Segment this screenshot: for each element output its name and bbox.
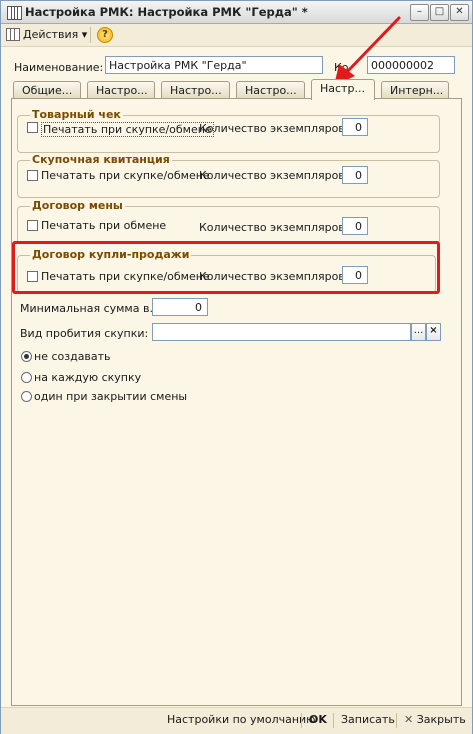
- radio-on-shift-close-label: один при закрытии смены: [34, 390, 188, 403]
- close-button[interactable]: ✕ Закрыть: [404, 713, 466, 726]
- defaults-button[interactable]: Настройки по умолчанию: [167, 713, 315, 726]
- footer-bar: Настройки по умолчанию OK Записать ✕ Зак…: [1, 707, 472, 734]
- radio-each-purchase-label: на каждую скупку: [34, 371, 142, 384]
- purchase-receipt-qty-input[interactable]: 0: [342, 166, 368, 184]
- exchange-contract-print-checkbox[interactable]: [27, 220, 38, 231]
- select-button[interactable]: ...: [411, 323, 426, 341]
- exchange-contract-qty-input[interactable]: 0: [342, 217, 368, 235]
- group-purchase-receipt-title: Скупочная квитанция: [30, 153, 172, 166]
- red-arrow-icon: [334, 16, 401, 86]
- close-icon: ✕: [404, 713, 414, 726]
- punch-type-input[interactable]: [152, 323, 411, 341]
- footer-separator: [301, 713, 302, 728]
- exchange-contract-print-label: Печатать при обмене: [41, 219, 167, 232]
- min-sum-label: Минимальная сумма в...: [20, 302, 160, 315]
- radio-do-not-create-label: не создавать: [34, 350, 111, 363]
- exchange-contract-qty-label: Количество экземпляров: [199, 221, 345, 234]
- footer-separator: [333, 713, 334, 728]
- radio-each-purchase[interactable]: [21, 372, 32, 383]
- purchase-receipt-qty-label: Количество экземпляров: [199, 169, 345, 182]
- save-button[interactable]: Записать: [341, 713, 395, 726]
- close-button-label: Закрыть: [416, 713, 466, 726]
- purchase-receipt-print-label: Печатать при скупке/обмене: [41, 169, 210, 182]
- red-highlight-box: [12, 241, 440, 294]
- settings-window: Настройка РМК: Настройка РМК "Герда" * –…: [0, 0, 473, 734]
- tab-settings-active[interactable]: Настр...: [311, 79, 375, 100]
- radio-on-shift-close[interactable]: [21, 391, 32, 402]
- min-sum-input[interactable]: 0: [152, 298, 208, 316]
- radio-do-not-create[interactable]: [21, 351, 32, 362]
- ok-button[interactable]: OK: [309, 713, 327, 726]
- receipt-qty-label: Количество экземпляров: [199, 122, 345, 135]
- receipt-print-label: Печатать при скупке/обмене: [41, 122, 214, 137]
- receipt-print-checkbox[interactable]: [27, 122, 38, 133]
- clear-icon[interactable]: ×: [426, 323, 441, 341]
- purchase-receipt-print-checkbox[interactable]: [27, 170, 38, 181]
- footer-separator: [396, 713, 397, 728]
- group-exchange-contract-title: Договор мены: [30, 199, 125, 212]
- punch-type-label: Вид пробития скупки:: [20, 327, 149, 340]
